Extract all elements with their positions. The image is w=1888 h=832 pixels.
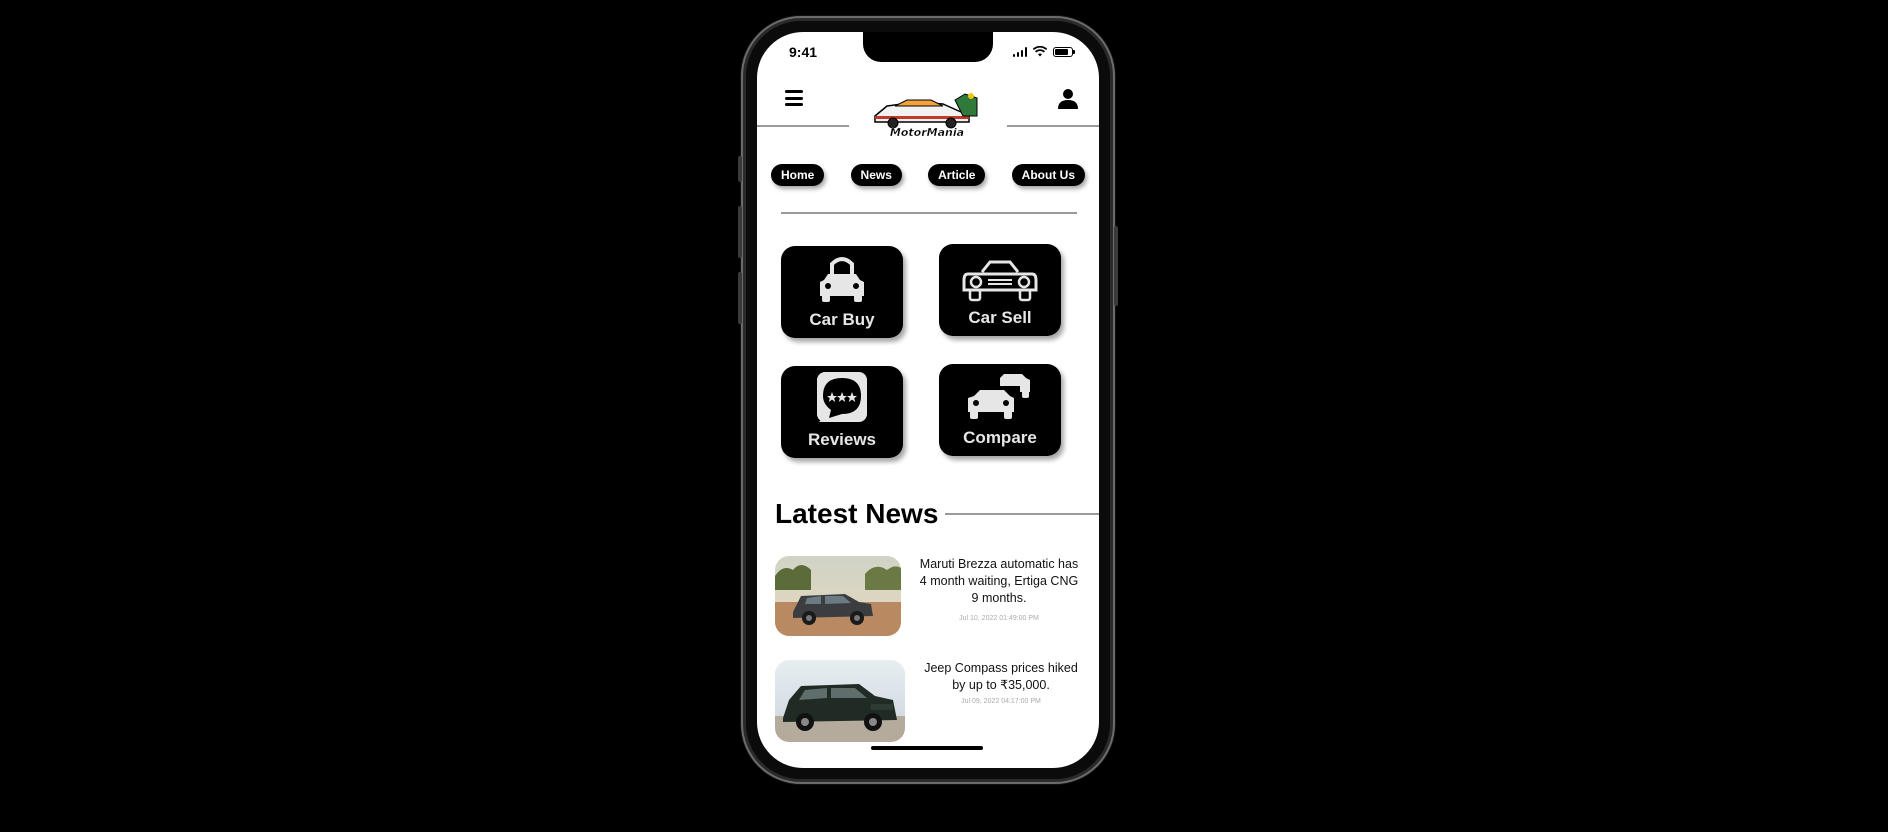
tile-label: Compare <box>963 428 1037 447</box>
compare-icon <box>968 374 1030 419</box>
tile-label: Car Sell <box>968 308 1032 327</box>
car-buy-icon <box>820 257 864 302</box>
header-divider-left <box>757 125 849 127</box>
reviews-tile[interactable]: Reviews <box>781 366 903 458</box>
header-divider-right <box>1007 125 1099 127</box>
wifi-icon <box>1033 46 1047 57</box>
tile-label: Reviews <box>807 430 877 449</box>
news-date: Jul 10, 2022 01:49:00 PM <box>959 615 1039 622</box>
mute-switch <box>738 156 742 182</box>
home-indicator[interactable] <box>871 746 983 750</box>
news-thumbnail-compass[interactable] <box>775 660 905 742</box>
signal-icon <box>1012 46 1027 57</box>
reviews-icon <box>817 372 867 422</box>
notch <box>863 32 993 62</box>
news-headline[interactable]: Jeep Compass prices hiked by up to ₹35,0… <box>919 660 1083 694</box>
hamburger-menu-icon[interactable] <box>785 90 803 106</box>
news-item[interactable]: Maruti Brezza automatic has 4 month wait… <box>775 556 1085 636</box>
volume-up-button <box>738 206 742 258</box>
news-text: Jeep Compass prices hiked by up to ₹35,0… <box>919 660 1083 705</box>
power-button <box>1114 226 1118 306</box>
latest-news-divider <box>945 513 1099 515</box>
nav-home[interactable]: Home <box>771 164 825 186</box>
nav-news[interactable]: News <box>850 164 902 186</box>
battery-icon <box>1053 46 1075 57</box>
user-profile-icon[interactable] <box>1057 88 1079 110</box>
car-sell-icon <box>962 260 1038 302</box>
status-icons <box>1012 46 1075 57</box>
tile-label: Car Buy <box>809 310 875 329</box>
news-headline[interactable]: Maruti Brezza automatic has 4 month wait… <box>917 556 1081 607</box>
compare-tile[interactable]: Compare <box>939 364 1061 456</box>
status-time: 9:41 <box>789 44 818 60</box>
car-sell-tile[interactable]: Car Sell <box>939 244 1061 336</box>
news-item[interactable]: Jeep Compass prices hiked by up to ₹35,0… <box>775 660 1085 742</box>
news-thumbnail-brezza[interactable] <box>775 556 901 636</box>
volume-down-button <box>738 272 742 324</box>
car-buy-tile[interactable]: Car Buy <box>781 246 903 338</box>
phone-screen: 9:41 MotorMania Home News Article About … <box>757 32 1099 768</box>
phone-frame: 9:41 MotorMania Home News Article About … <box>738 16 1118 784</box>
latest-news-title: Latest News <box>775 498 939 529</box>
nav-divider <box>781 212 1077 214</box>
logo-wordmark: MotorMania <box>890 126 964 138</box>
news-text: Maruti Brezza automatic has 4 month wait… <box>917 556 1081 622</box>
main-nav: Home News Article About Us <box>771 164 1085 186</box>
nav-article[interactable]: Article <box>928 164 986 186</box>
nav-about-us[interactable]: About Us <box>1011 164 1085 186</box>
news-date: Jul 09, 2022 04:17:00 PM <box>961 698 1041 705</box>
motormania-logo[interactable]: MotorMania <box>865 86 989 138</box>
